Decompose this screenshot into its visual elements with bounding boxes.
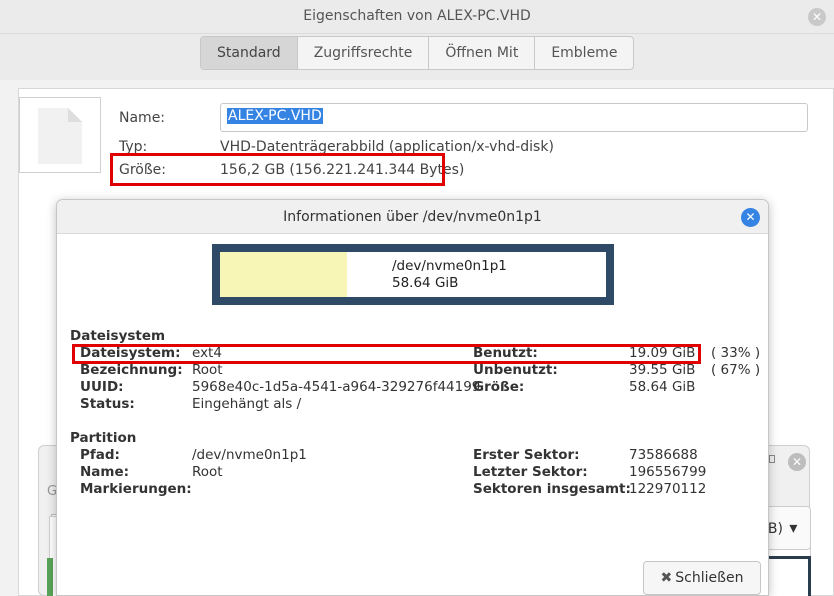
tab-open-with[interactable]: Öffnen Mit xyxy=(429,37,536,69)
name-label-partition: Name: xyxy=(80,464,130,480)
close-button[interactable]: ✖ Schließen xyxy=(643,561,761,595)
name-input[interactable]: ALEX-PC.VHD xyxy=(220,103,808,132)
tab-bar: Standard Zugriffsrechte Öffnen Mit Emble… xyxy=(0,34,834,80)
total-sectors-label: Sektoren insgesamt: xyxy=(473,481,631,497)
close-button-label: Schließen xyxy=(675,570,744,586)
fs-size-label: Größe: xyxy=(473,379,525,395)
usage-bar: /dev/nvme0n1p1 58.64 GiB xyxy=(220,252,606,297)
tabs: Standard Zugriffsrechte Öffnen Mit Emble… xyxy=(200,36,635,70)
minimize-icon[interactable] xyxy=(769,455,775,463)
usage-capacity: 58.64 GiB xyxy=(392,275,459,291)
close-icon[interactable]: ✕ xyxy=(741,208,760,227)
partition-strip xyxy=(47,558,53,596)
file-icon-button[interactable] xyxy=(19,97,101,173)
unused-value: 39.55 GiB xyxy=(629,362,696,378)
info-dialog-header: Informationen über /dev/nvme0n1p1 ✕ xyxy=(57,200,768,234)
tab-permissions[interactable]: Zugriffsrechte xyxy=(298,37,430,69)
tab-standard[interactable]: Standard xyxy=(201,37,298,69)
last-sector-label: Letzter Sektor: xyxy=(473,464,588,480)
label-value: Root xyxy=(192,362,223,378)
flags-label: Markierungen: xyxy=(80,481,192,497)
uuid-value: 5968e40c-1d5a-4541-a964-329276f44199 xyxy=(192,379,481,395)
close-button-icon: ✖ xyxy=(660,570,673,586)
window-titlebar: Eigenschaften von ALEX-PC.VHD ✕ xyxy=(0,0,834,34)
total-sectors-value: 122970112 xyxy=(629,481,707,497)
info-dialog-title: Informationen über /dev/nvme0n1p1 xyxy=(283,209,542,225)
partition-section-title: Partition xyxy=(70,430,137,446)
name-label: Name: xyxy=(119,110,166,126)
tab-emblems[interactable]: Embleme xyxy=(535,37,633,69)
fs-size-value: 58.64 GiB xyxy=(629,379,696,395)
last-sector-value: 196556799 xyxy=(629,464,707,480)
status-label: Status: xyxy=(80,396,135,412)
first-sector-label: Erster Sektor: xyxy=(473,447,580,463)
chevron-down-icon: ▾ xyxy=(789,518,798,537)
filesystem-highlight-box xyxy=(72,344,701,364)
name-value-partition: Root xyxy=(192,464,223,480)
info-dialog: Informationen über /dev/nvme0n1p1 ✕ /dev… xyxy=(56,199,769,596)
unused-label: Unbenutzt: xyxy=(473,362,558,378)
usage-text: /dev/nvme0n1p1 58.64 GiB xyxy=(392,258,507,292)
used-percent: ( 33% ) xyxy=(711,345,761,361)
size-highlight-box xyxy=(110,153,445,186)
usage-device: /dev/nvme0n1p1 xyxy=(392,258,507,274)
uuid-label: UUID: xyxy=(80,379,124,395)
filesystem-section-title: Dateisystem xyxy=(70,328,166,344)
path-value: /dev/nvme0n1p1 xyxy=(192,447,307,463)
used-space-fill xyxy=(220,252,348,297)
document-icon xyxy=(38,108,82,164)
window-title: Eigenschaften von ALEX-PC.VHD xyxy=(303,8,531,24)
unused-percent: ( 67% ) xyxy=(711,362,761,378)
first-sector-value: 73586688 xyxy=(629,447,698,463)
partition-usage-graphic: /dev/nvme0n1p1 58.64 GiB xyxy=(212,244,614,305)
status-value: Eingehängt als / xyxy=(192,396,302,412)
path-label: Pfad: xyxy=(80,447,120,463)
window-close-icon[interactable]: ✕ xyxy=(808,8,826,26)
name-value: ALEX-PC.VHD xyxy=(227,108,323,124)
label-label: Bezeichnung: xyxy=(80,362,183,378)
background-close-icon[interactable]: ✕ xyxy=(788,453,806,471)
